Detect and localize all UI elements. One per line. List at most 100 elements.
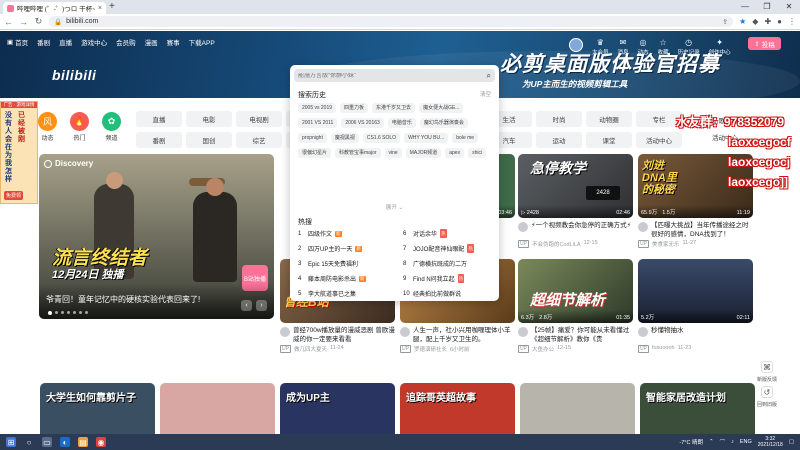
extension-icon[interactable]: ◆ [752,17,758,26]
carousel-dot[interactable] [55,311,58,314]
quick-popular[interactable]: 🔥 热门 [70,112,89,142]
hero-caption[interactable]: 爷青回！童年记忆中的硬核实验代表回来了! [46,294,200,305]
new-tab-button[interactable]: + [109,2,115,12]
clear-history-button[interactable]: 清空 [480,90,491,100]
nav-mall[interactable]: 会员购 [116,37,136,47]
profile-icon[interactable]: ● [777,17,782,26]
minimize-button[interactable]: — [734,0,756,14]
video-card[interactable]: 超细节解析 6.3万 2.8万 01:35 【25帧】痛爱？你可能从未看懂过《超细节… [518,259,633,353]
file-explorer-icon[interactable]: ▤ [78,437,88,447]
history-button[interactable]: ◷ 历史记录 [678,38,700,56]
video-uploader[interactable]: 大鱼办公 [532,345,554,353]
video-title[interactable]: 【匹曝大挑战】当年传播途经之时很好的感情，DNA找到了！ [638,221,753,239]
hot-search-item[interactable]: 2 四万UP主的一天新 [298,244,403,253]
promo-card[interactable]: 成为UP主 [280,383,395,434]
address-bar[interactable]: 🔒 bilibili.com ⇪ [49,16,734,27]
search-history-chip[interactable]: bole me [452,133,479,143]
nav-download-app[interactable]: 下载APP [189,37,215,47]
hot-search-item[interactable]: 5 李大航道事已之集 [298,289,403,299]
hot-search-item[interactable]: 8 广德横抗既成的二万 [403,259,493,269]
nav-manga[interactable]: 漫画 [145,37,158,47]
search-history-chip[interactable]: WHY YOU BU... [404,133,449,143]
video-uploader[interactable]: 不会伪跑的CodLiLA [532,240,581,248]
category-link[interactable]: 动物圈 [586,111,632,127]
maximize-button[interactable]: ❐ [756,0,778,14]
promo-card[interactable]: 大学生如何靠剪片子 [40,383,155,434]
menu-kebab-icon[interactable]: ⋮ [788,17,796,26]
hot-search-item[interactable]: 10 经典拍比前做群说 [403,289,493,299]
messages-button[interactable]: ✉ 消息 [618,38,629,56]
video-uploader[interactable]: fusuoooh [652,345,675,353]
video-uploader[interactable]: 做几四大夏天 [294,345,327,353]
carousel-prev-button[interactable]: ‹ [241,300,252,311]
ad-claim-button[interactable]: 免费领 [4,191,24,200]
search-history-chip[interactable]: 电脑音乐 [387,118,416,128]
search-history-chip[interactable]: 科教管宝事major [335,148,381,158]
carousel-dot[interactable] [79,311,82,314]
video-thumbnail[interactable]: 超细节解析 6.3万 2.8万 01:35 [518,259,633,323]
back-icon[interactable]: ← [4,17,13,27]
quick-dynamics[interactable]: 风 动态 [38,112,57,142]
search-taskbar-icon[interactable]: ○ [24,437,34,447]
search-history-chip[interactable]: CS1.6 SOLO [362,133,401,143]
feedback-label[interactable]: 新版反馈 [757,376,777,383]
tray-arrow-icon[interactable]: ⌃ [709,439,714,445]
close-window-button[interactable]: ✕ [778,0,800,14]
video-uploader[interactable]: 美食家无乐 [652,240,680,248]
carousel-dot[interactable] [85,311,88,314]
promo-card[interactable]: 智能家居改造计划 [640,383,755,434]
close-tab-icon[interactable]: × [98,5,102,12]
search-box[interactable]: ⌕ [294,69,495,82]
search-history-chip[interactable]: 很偏幻星片 [298,148,332,158]
video-title[interactable]: 【25帧】痛爱？你可能从未看懂过《超细节解析》教你《贵 [518,326,633,344]
old-version-label[interactable]: 回到旧版 [757,401,777,408]
category-link[interactable]: 电视剧 [236,111,282,127]
steam-icon[interactable]: ◐ [60,437,70,447]
carousel-next-button[interactable]: › [256,300,267,311]
carousel-dot[interactable] [73,311,76,314]
video-card[interactable]: 5.2万 02:11 秒懂物抽水 UP fusuoooh 11-23 [638,259,753,353]
promo-card[interactable] [160,383,275,434]
forward-icon[interactable]: → [19,17,28,27]
favorites-button[interactable]: ☆ 收藏 [658,38,669,56]
hot-search-item[interactable]: 1 四级作文新 [298,229,403,238]
video-title[interactable]: 曾经700w播放量的漫威恶剧 曾欧漫威的你一定要来看看 [280,326,395,344]
upload-button[interactable]: ⇧ 投稿 [748,37,781,50]
share-icon[interactable]: ⇪ [722,18,728,26]
video-uploader[interactable]: 罗德演研社长 [414,345,447,353]
feedback-icon[interactable]: ⌘ [761,361,773,373]
search-input[interactable] [298,72,487,79]
search-history-chip[interactable]: shici [468,148,487,158]
nav-game-center[interactable]: 游戏中心 [81,37,107,47]
search-history-chip[interactable]: 四重力板 [340,103,369,113]
browser-tab[interactable]: 哔哩哔哩 (゜-゜)つロ 干杯~-bili... × [3,2,106,14]
search-history-chip[interactable]: 魔幻鸟乐器演奏会 [419,118,468,128]
search-history-chip[interactable]: 魔女便大战GE... [419,103,464,113]
chrome-icon[interactable]: ◉ [96,437,106,447]
category-link[interactable]: 课堂 [586,132,632,148]
hot-search-item[interactable]: 7 JOJO配音神仙眼配热 [403,244,493,253]
extensions-puzzle-icon[interactable]: ✚ [764,17,771,26]
old-version-icon[interactable]: ↺ [761,386,773,398]
vip-button[interactable]: ♛ 大会员 [592,38,609,56]
nav-live[interactable]: 直播 [59,37,72,47]
video-card[interactable]: 急停教学 2428 ▷ 2428 02:46 ⚡一个视频教会你急停的正确方式⚡ U… [518,154,633,248]
video-thumbnail[interactable]: 5.2万 02:11 [638,259,753,323]
dynamics-button[interactable]: ◎ 动态 [638,38,649,56]
category-link[interactable]: 时尚 [536,111,582,127]
carousel-dot[interactable] [61,311,64,314]
windows-start-icon[interactable]: ⊞ [6,437,16,447]
volume-icon[interactable]: ♪ [731,439,734,445]
search-icon[interactable]: ⌕ [487,71,491,81]
category-link[interactable]: 直播 [136,111,182,127]
hot-search-item[interactable]: 9 Find N问我立起热 [403,274,493,283]
task-view-icon[interactable]: ▭ [42,437,52,447]
search-history-chip[interactable]: 2005 vs 2019 [298,103,337,113]
hero-carousel[interactable]: Discovery 流言终结者 12月24日 独播 B站独播 爷青回！童年记忆中… [39,154,274,319]
category-link[interactable]: 综艺 [236,132,282,148]
search-history-chip[interactable]: propnight [298,133,327,143]
hot-search-item[interactable]: 4 藤本周防电影杀出新 [298,274,403,283]
language-indicator[interactable]: ENG [740,439,752,445]
carousel-dot[interactable] [48,311,52,315]
creator-center-button[interactable]: ✦ 创作中心 [709,38,731,56]
